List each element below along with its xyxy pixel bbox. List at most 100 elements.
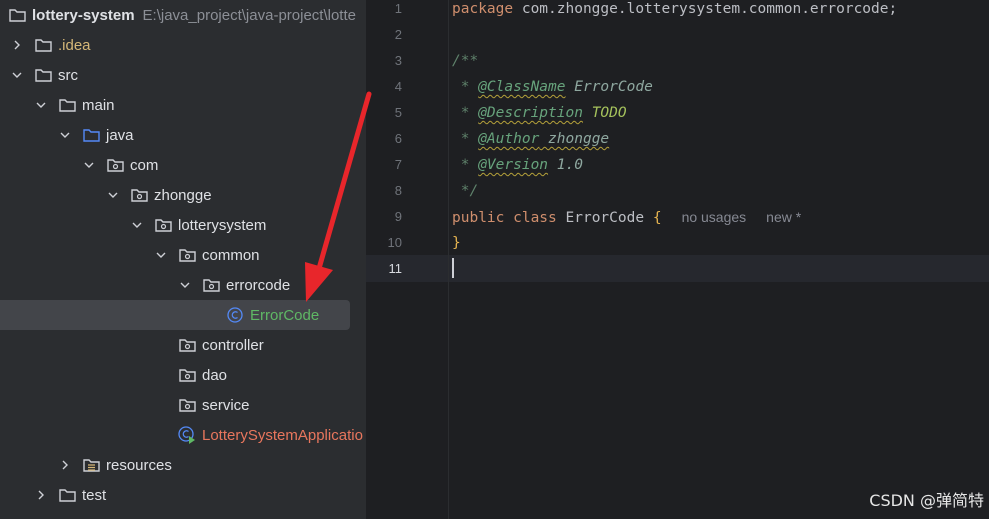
project-tree-panel: lottery-system E:\java_project\java-proj… [0, 0, 366, 519]
doc-comment: /** [452, 53, 479, 69]
code-line-6: * @Author zhongge [452, 126, 609, 152]
tree-item-label: dao [202, 366, 228, 384]
tree-item-main[interactable]: main [0, 90, 366, 120]
folder-icon [34, 67, 52, 83]
watermark: CSDN @弹简特 [869, 491, 984, 510]
tree-item-label: .idea [58, 36, 91, 54]
tree-item-service[interactable]: service [0, 390, 366, 420]
chevron-right-icon[interactable] [34, 488, 48, 502]
doc-star: * [452, 131, 479, 147]
tree-item-lotterysystem[interactable]: lotterysystem [0, 210, 366, 240]
line-number: 7 [394, 157, 402, 172]
tree-item-label: lotterysystem [178, 216, 267, 234]
package-icon [106, 157, 124, 173]
doc-todo: TODO [582, 105, 627, 121]
code-line-9: public class ErrorCode {no usages new * [452, 204, 801, 231]
inlay-hint-usages[interactable]: no usages [682, 209, 747, 225]
tree-item-test[interactable]: test [0, 480, 366, 510]
resources-folder-icon [82, 457, 100, 473]
code-line-1: package com.zhongge.lotterysystem.common… [452, 0, 897, 22]
chevron-down-icon[interactable] [106, 188, 120, 202]
line-number: 4 [394, 79, 402, 94]
folder-icon [34, 37, 52, 53]
tree-item-label: src [58, 66, 78, 84]
tree-item-application-class[interactable]: LotterySystemApplicatio [0, 420, 366, 450]
tree-item-common[interactable]: common [0, 240, 366, 270]
inlay-hint-author[interactable]: new * [766, 209, 801, 225]
text-caret [452, 258, 454, 278]
tree-item-idea[interactable]: .idea [0, 30, 366, 60]
tree-item-label: controller [202, 336, 264, 354]
folder-icon [58, 487, 76, 503]
tree-item-src[interactable]: src [0, 60, 366, 90]
doc-tag: @ClassName [478, 79, 566, 95]
tree-item-root[interactable]: lottery-system E:\java_project\java-proj… [0, 0, 366, 30]
line-number-current: 11 [388, 261, 403, 276]
chevron-right-icon[interactable] [58, 458, 72, 472]
chevron-down-icon[interactable] [82, 158, 96, 172]
tree-item-label: resources [106, 456, 172, 474]
chevron-down-icon[interactable] [178, 278, 192, 292]
doc-value: ErrorCode [565, 79, 653, 95]
package-icon [178, 337, 196, 353]
line-number: 6 [394, 131, 402, 146]
tree-item-label: zhongge [154, 186, 212, 204]
tree-item-label: LotterySystemApplicatio [202, 426, 363, 444]
doc-star: * [452, 79, 479, 95]
doc-star: * [452, 105, 479, 121]
tree-item-zhongge[interactable]: zhongge [0, 180, 366, 210]
package-icon [178, 247, 196, 263]
tree-item-label: test [82, 486, 107, 504]
tree-item-label: service [202, 396, 250, 414]
tree-item-controller[interactable]: controller [0, 330, 366, 360]
package-path: com.zhongge.lotterysystem.common.errorco… [513, 1, 898, 17]
tree-item-label: lottery-system [32, 6, 135, 24]
doc-value: zhongge [539, 131, 610, 147]
keyword: class [504, 210, 557, 226]
class-name: ErrorCode [556, 210, 645, 226]
source-folder-icon [82, 127, 100, 143]
class-icon [226, 307, 244, 323]
tree-item-label: common [202, 246, 260, 264]
doc-tag: @Description [478, 105, 583, 121]
keyword: package [452, 1, 514, 17]
chevron-down-icon[interactable] [130, 218, 144, 232]
current-line-highlight [366, 255, 989, 282]
tree-item-com[interactable]: com [0, 150, 366, 180]
doc-value: 1.0 [548, 157, 583, 173]
code-line-3: /** [452, 48, 478, 74]
line-number: 10 [387, 235, 402, 250]
package-icon [154, 217, 172, 233]
tree-item-label: com [130, 156, 159, 174]
code-line-10: } [452, 235, 461, 251]
doc-star: * [452, 157, 479, 173]
tree-item-errorcode-class[interactable]: ErrorCode [0, 300, 350, 330]
doc-tag: @Version [478, 157, 549, 173]
tree-item-resources[interactable]: resources [0, 450, 366, 480]
chevron-down-icon[interactable] [34, 98, 48, 112]
line-number: 8 [394, 183, 402, 198]
folder-icon [58, 97, 76, 113]
tree-item-label: java [106, 126, 134, 144]
chevron-right-icon[interactable] [10, 38, 24, 52]
chevron-down-icon[interactable] [154, 248, 168, 262]
chevron-down-icon[interactable] [10, 68, 24, 82]
line-number: 9 [394, 209, 402, 224]
package-icon [202, 277, 220, 293]
tree-item-label: errorcode [226, 276, 291, 294]
tree-item-errorcode[interactable]: errorcode [0, 270, 366, 300]
tree-item-java[interactable]: java [0, 120, 366, 150]
line-number: 5 [394, 105, 402, 120]
code-editor[interactable]: 1 2 3 4 5 6 7 8 9 10 11 package com.zhon… [366, 0, 989, 519]
chevron-down-icon[interactable] [58, 128, 72, 142]
project-path: E:\java_project\java-project\lotte [142, 6, 356, 24]
tree-item-label: ErrorCode [250, 306, 320, 324]
spring-boot-class-icon [178, 426, 196, 444]
line-number: 1 [394, 1, 402, 16]
doc-comment-end: */ [452, 183, 479, 199]
tree-item-dao[interactable]: dao [0, 360, 366, 390]
gutter-separator [448, 0, 449, 519]
code-line-5: * @Description TODO [452, 100, 627, 126]
package-icon [178, 367, 196, 383]
doc-tag: @Author [478, 131, 540, 147]
